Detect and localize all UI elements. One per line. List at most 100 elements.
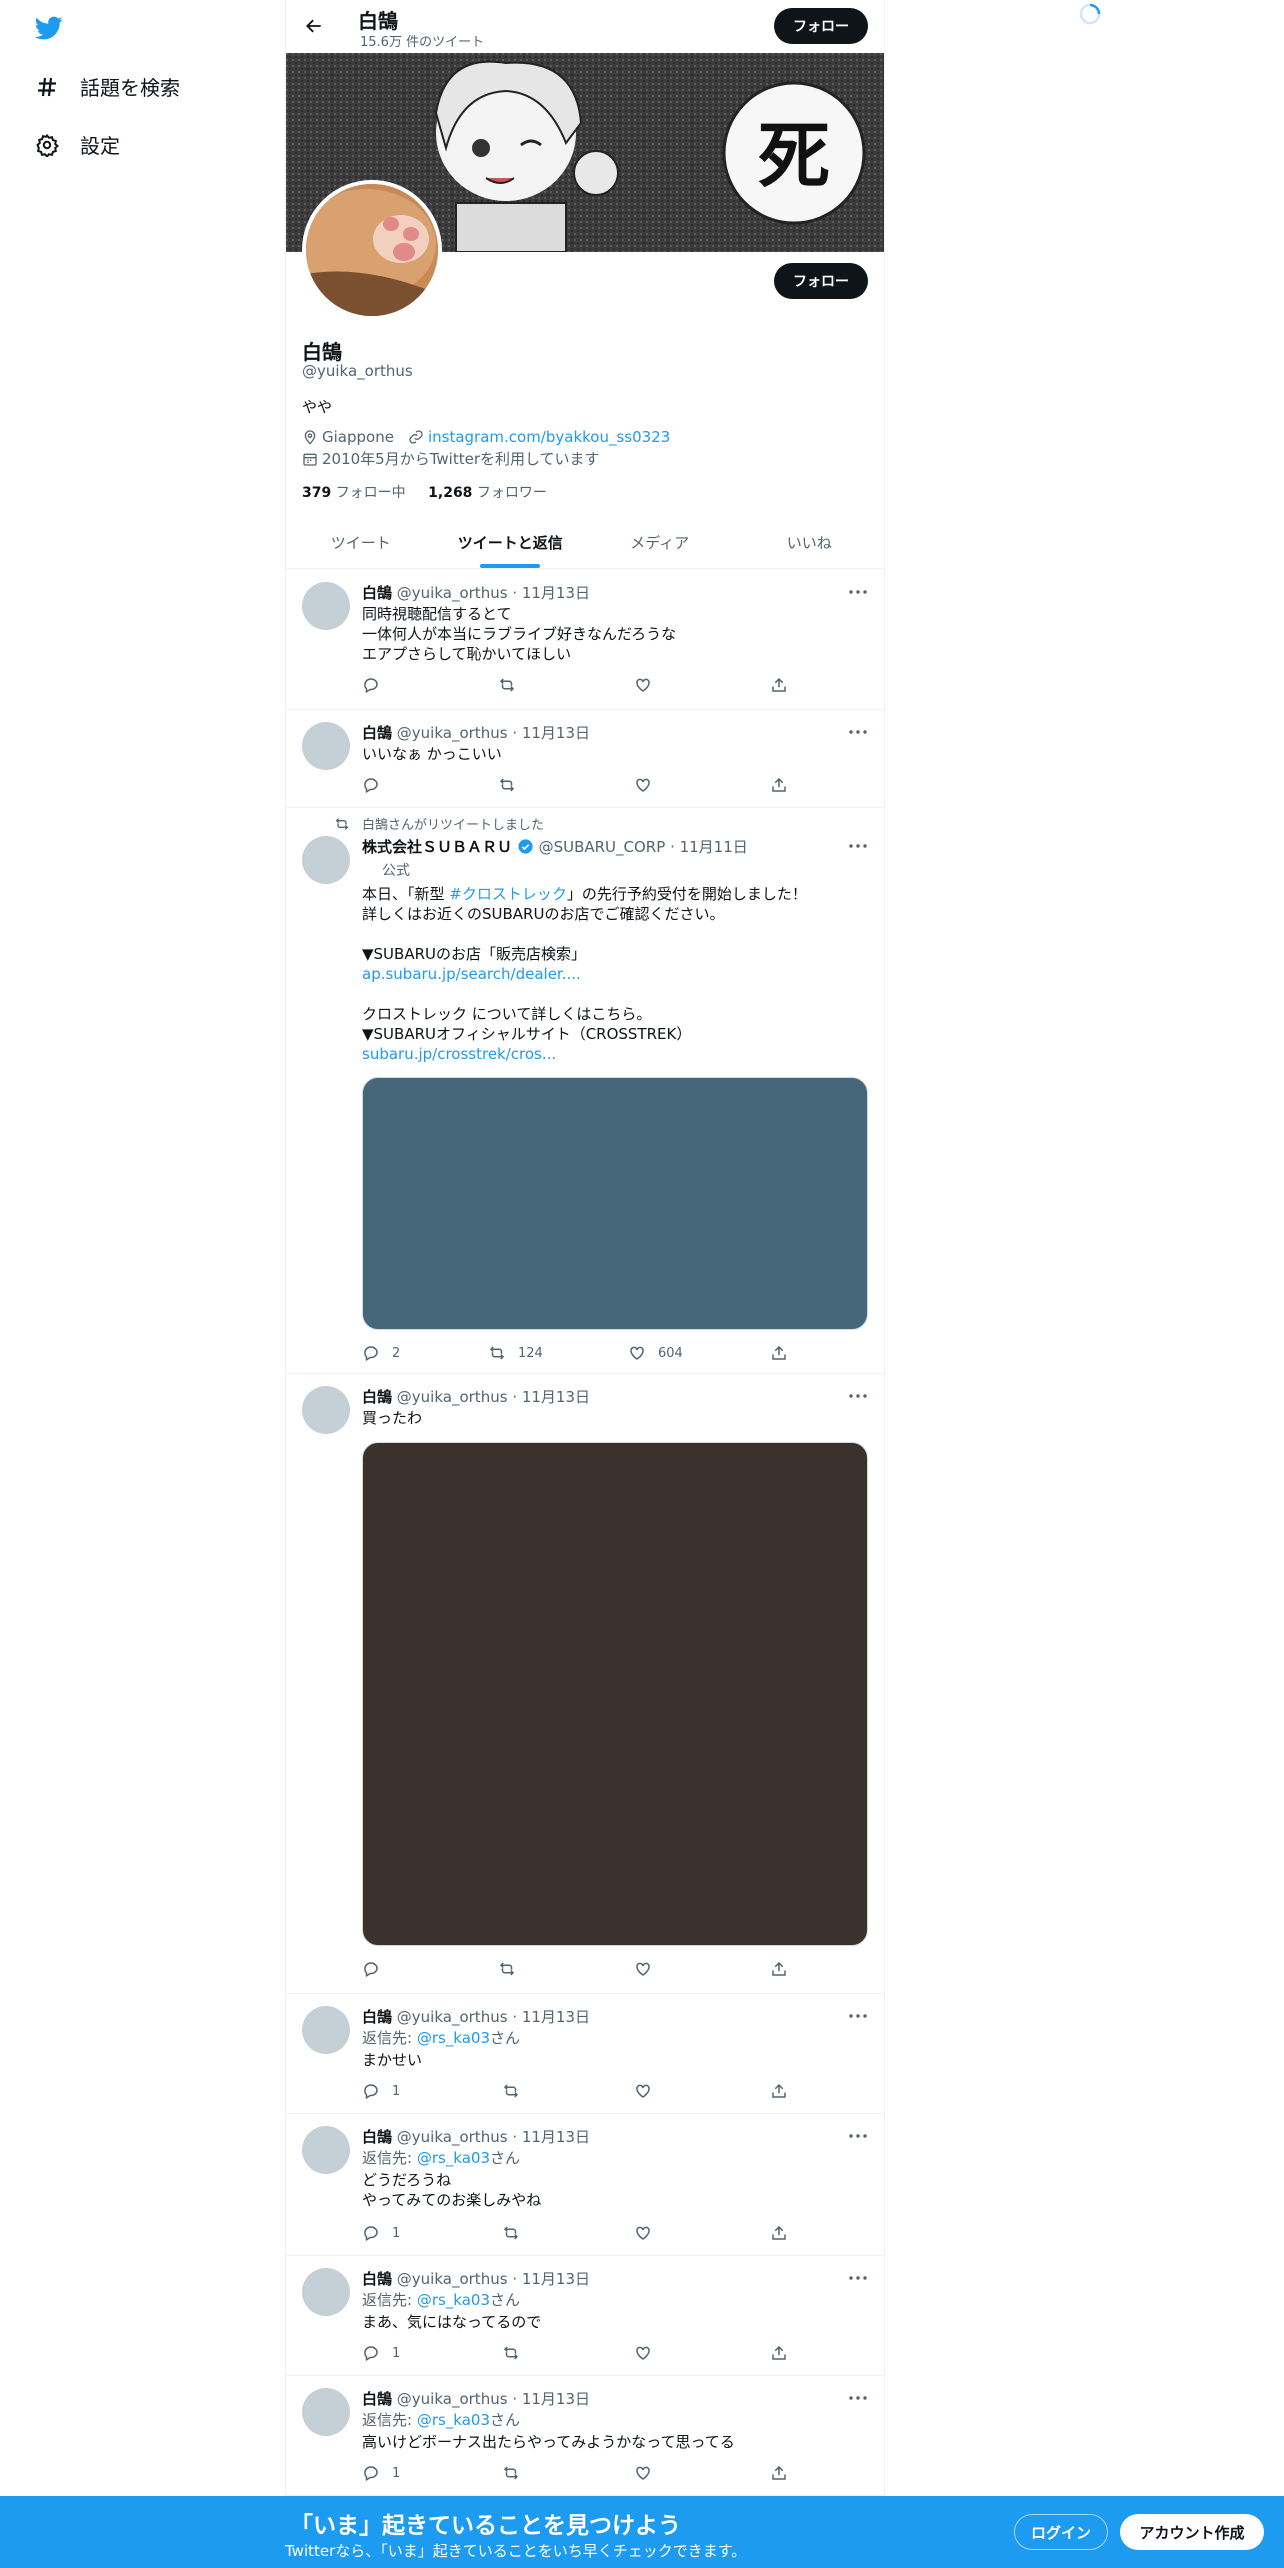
retweet-button[interactable] [502, 2082, 520, 2100]
reply-button[interactable]: 1 [362, 2082, 400, 2100]
retweet-button[interactable] [498, 1960, 516, 1978]
like-button[interactable] [634, 2344, 652, 2362]
tweet-avatar[interactable] [302, 2268, 350, 2316]
retweet-button[interactable] [498, 776, 516, 794]
tweet-author-name[interactable]: 白鵠 [362, 2270, 392, 2288]
dealer-search-link[interactable]: ap.subaru.jp/search/dealer.... [362, 964, 862, 984]
reply-button[interactable] [362, 776, 380, 794]
nav-explore[interactable]: 話題を検索 [34, 72, 180, 101]
retweet-button[interactable]: 124 [488, 1344, 543, 1362]
reply-to-mention[interactable]: @rs_ka03 [417, 2029, 490, 2047]
tab-media[interactable]: メディア [585, 516, 735, 568]
more-options-icon[interactable] [848, 2268, 868, 2288]
header-follow-button[interactable]: フォロー [774, 8, 868, 44]
tweet-avatar[interactable] [302, 836, 350, 884]
tweet-media-image[interactable] [362, 1077, 868, 1330]
tab-likes[interactable]: いいね [735, 516, 885, 568]
reply-to-mention[interactable]: @rs_ka03 [417, 2411, 490, 2429]
retweet-button[interactable] [502, 2344, 520, 2362]
more-options-icon[interactable] [848, 1386, 868, 1406]
tweet-author-name[interactable]: 白鵠 [362, 1388, 392, 1406]
tweet-author-name[interactable]: 白鵠 [362, 2008, 392, 2026]
profile-follow-button[interactable]: フォロー [774, 263, 868, 299]
tweet-date[interactable]: · 11月13日 [512, 2008, 590, 2026]
tweet-author-handle[interactable]: @yuika_orthus [397, 2270, 508, 2288]
tweet-date[interactable]: · 11月13日 [512, 1388, 590, 1406]
create-account-button[interactable]: アカウント作成 [1120, 2514, 1264, 2550]
retweet-button[interactable] [502, 2464, 520, 2482]
tweet-date[interactable]: · 11月11日 [670, 838, 748, 856]
tweet-item[interactable]: 白鵠 @yuika_orthus · 11月13日 返信先: @rs_ka03さ… [286, 2256, 884, 2376]
tweet-author-handle[interactable]: @yuika_orthus [397, 2008, 508, 2026]
tweet-date[interactable]: · 11月13日 [512, 2390, 590, 2408]
tweet-author-handle[interactable]: @yuika_orthus [397, 2128, 508, 2146]
profile-avatar[interactable] [302, 180, 442, 320]
like-button[interactable] [634, 2082, 652, 2100]
crosstrek-link[interactable]: subaru.jp/crosstrek/cros... [362, 1044, 862, 1064]
more-options-icon[interactable] [848, 2006, 868, 2026]
tweet-avatar[interactable] [302, 2126, 350, 2174]
retweet-label-text[interactable]: 白鵠さんがリツイートしました [362, 814, 544, 833]
back-arrow-icon[interactable] [300, 12, 328, 40]
tweet-date[interactable]: · 11月13日 [512, 2128, 590, 2146]
tweet-item[interactable]: 白鵠 @yuika_orthus · 11月13日 いいなぁ かっこいい [286, 710, 884, 808]
like-button[interactable] [634, 2464, 652, 2482]
like-button[interactable] [634, 1960, 652, 1978]
login-button[interactable]: ログイン [1014, 2514, 1108, 2550]
tab-tweets[interactable]: ツイート [286, 516, 436, 568]
tweet-item[interactable]: 白鵠 @yuika_orthus · 11月13日 買ったわ [286, 1374, 884, 1994]
like-button[interactable]: 604 [628, 1344, 683, 1362]
share-button[interactable] [770, 2464, 788, 2482]
tweet-author-handle[interactable]: @yuika_orthus [397, 2390, 508, 2408]
share-button[interactable] [770, 1960, 788, 1978]
retweet-button[interactable] [502, 2224, 520, 2242]
tweet-item[interactable]: 白鵠 @yuika_orthus · 11月13日 返信先: @rs_ka03さ… [286, 1994, 884, 2114]
tweet-media-image[interactable] [362, 1442, 868, 1946]
more-options-icon[interactable] [848, 2126, 868, 2146]
tweet-avatar[interactable] [302, 2388, 350, 2436]
share-button[interactable] [770, 2082, 788, 2100]
more-options-icon[interactable] [848, 722, 868, 742]
tweet-avatar[interactable] [302, 582, 350, 630]
reply-button[interactable]: 1 [362, 2224, 400, 2242]
reply-button[interactable] [362, 676, 380, 694]
following-stat[interactable]: 379 フォロー中 [302, 485, 406, 501]
tweet-date[interactable]: · 11月13日 [512, 724, 590, 742]
share-button[interactable] [770, 1344, 788, 1362]
tweet-item[interactable]: 白鵠 @yuika_orthus · 11月13日 同時視聴配信するとて 一体何… [286, 570, 884, 710]
hashtag-link[interactable]: #クロストレック [449, 885, 567, 903]
tweet-author-name[interactable]: 白鵠 [362, 2390, 392, 2408]
tweet-avatar[interactable] [302, 722, 350, 770]
share-button[interactable] [770, 2224, 788, 2242]
tweet-author-name[interactable]: 白鵠 [362, 2128, 392, 2146]
more-options-icon[interactable] [848, 2388, 868, 2408]
like-button[interactable] [634, 776, 652, 794]
tweet-author-name[interactable]: 白鵠 [362, 584, 392, 602]
tweet-date[interactable]: · 11月13日 [512, 584, 590, 602]
nav-settings[interactable]: 設定 [34, 130, 120, 159]
share-button[interactable] [770, 776, 788, 794]
tweet-author-handle[interactable]: @yuika_orthus [397, 724, 508, 742]
tweet-item[interactable]: 白鵠さんがリツイートしました 株式会社ＳＵＢＡＲＵ @SUBARU_CORP ·… [286, 808, 884, 1374]
reply-button[interactable]: 1 [362, 2344, 400, 2362]
reply-button[interactable]: 1 [362, 2464, 400, 2482]
tweet-author-name[interactable]: 白鵠 [362, 724, 392, 742]
tweet-avatar[interactable] [302, 1386, 350, 1434]
tweet-author-handle[interactable]: @yuika_orthus [397, 584, 508, 602]
share-button[interactable] [770, 676, 788, 694]
tweet-avatar[interactable] [302, 2006, 350, 2054]
tweet-author-handle[interactable]: @SUBARU_CORP [539, 838, 666, 856]
tweet-item[interactable]: 白鵠 @yuika_orthus · 11月13日 返信先: @rs_ka03さ… [286, 2114, 884, 2256]
more-options-icon[interactable] [848, 836, 868, 856]
tab-tweets-and-replies[interactable]: ツイートと返信 [436, 516, 586, 568]
tweet-author-handle[interactable]: @yuika_orthus [397, 1388, 508, 1406]
share-button[interactable] [770, 2344, 788, 2362]
reply-button[interactable] [362, 1960, 380, 1978]
reply-to-mention[interactable]: @rs_ka03 [417, 2149, 490, 2167]
profile-website-link[interactable]: instagram.com/byakkou_ss0323 [428, 428, 670, 446]
reply-button[interactable]: 2 [362, 1344, 400, 1362]
more-options-icon[interactable] [848, 582, 868, 602]
like-button[interactable] [634, 2224, 652, 2242]
twitter-logo-icon[interactable] [32, 14, 66, 42]
tweet-item[interactable]: 白鵠 @yuika_orthus · 11月13日 返信先: @rs_ka03さ… [286, 2376, 884, 2496]
